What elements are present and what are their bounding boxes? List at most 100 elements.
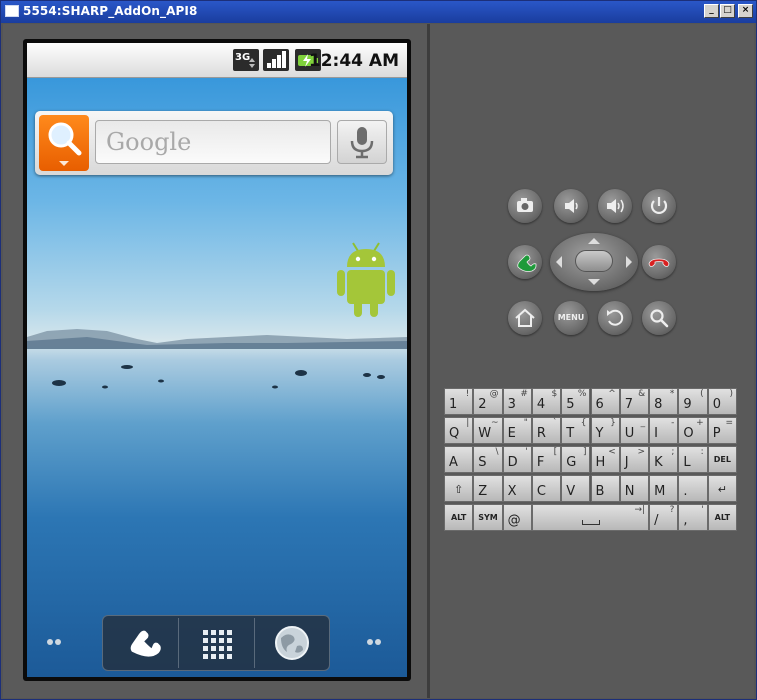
key-u[interactable]: U _: [619, 417, 650, 444]
key-8[interactable]: 8 *: [649, 388, 679, 415]
key-alt-label: ': [525, 447, 528, 457]
home-button[interactable]: [508, 301, 542, 335]
key-alt-label: +: [696, 418, 704, 428]
key-alt-label: `: [552, 418, 558, 428]
key-q[interactable]: Q |: [444, 417, 474, 444]
key-m[interactable]: M: [649, 475, 679, 502]
key-alt-label: →|: [634, 505, 646, 515]
key-j[interactable]: J >: [619, 446, 650, 473]
dpad-right-icon[interactable]: [626, 256, 632, 268]
google-search-input[interactable]: Google: [95, 120, 331, 164]
key-at[interactable]: @: [502, 504, 532, 531]
title-bar[interactable]: 5554:SHARP_AddOn_API8 _ □ ×: [1, 1, 756, 23]
voice-search-button[interactable]: [337, 120, 387, 164]
key-alt-label: -: [671, 418, 675, 428]
key-f[interactable]: F[: [531, 446, 562, 473]
menu-button-label: MENU: [557, 313, 585, 322]
key-alt-right[interactable]: ALT: [707, 504, 737, 531]
key-k[interactable]: K;: [649, 446, 679, 473]
key-x[interactable]: X: [502, 475, 532, 502]
key-enter[interactable]: ↵: [707, 475, 737, 502]
android-app-icon[interactable]: [335, 239, 399, 319]
key-9[interactable]: 9(: [678, 388, 708, 415]
key-7[interactable]: 7 &: [619, 388, 650, 415]
key-1[interactable]: 1!: [444, 388, 474, 415]
end-call-button[interactable]: [642, 245, 676, 279]
app-grid-icon: [203, 630, 232, 659]
key-h[interactable]: H <: [590, 446, 620, 473]
dpad-down-icon[interactable]: [588, 279, 600, 285]
key-label: S: [478, 455, 487, 470]
dpad-left-icon[interactable]: [556, 256, 562, 268]
key-label: T: [566, 426, 575, 441]
globe-icon: [275, 626, 309, 660]
dpad-up-icon[interactable]: [588, 238, 600, 244]
key-y[interactable]: Y}: [590, 417, 620, 444]
key-n[interactable]: N: [619, 475, 650, 502]
status-bar[interactable]: 3G 12:44 AM: [27, 43, 407, 78]
key-label: ALT: [714, 513, 731, 522]
dock-browser-button[interactable]: [255, 616, 331, 670]
key-z[interactable]: Z: [473, 475, 503, 502]
key-p[interactable]: P =: [707, 417, 737, 444]
key-comma[interactable]: , ': [678, 504, 708, 531]
key-v[interactable]: V: [561, 475, 591, 502]
key-a[interactable]: A: [444, 446, 474, 473]
maximize-button[interactable]: □: [720, 4, 735, 18]
dock-phone-button[interactable]: [103, 616, 179, 670]
key-sym[interactable]: SYM: [473, 504, 503, 531]
key-r[interactable]: R `: [531, 417, 562, 444]
key-i[interactable]: I-: [649, 417, 679, 444]
page-indicator-right[interactable]: [367, 639, 387, 647]
back-button[interactable]: [598, 301, 632, 335]
volume-up-button[interactable]: [598, 189, 632, 223]
key-alt-left[interactable]: ALT: [444, 504, 474, 531]
search-button[interactable]: [642, 301, 676, 335]
key-c[interactable]: C: [531, 475, 562, 502]
key-alt-label: ?: [669, 505, 675, 515]
key-label: 2: [478, 397, 487, 412]
minimize-button[interactable]: _: [704, 4, 719, 18]
key-e[interactable]: E ": [502, 417, 532, 444]
key-2[interactable]: 2 @: [473, 388, 503, 415]
key-s[interactable]: S \: [473, 446, 503, 473]
key-alt-label: ': [701, 505, 704, 515]
key-shift[interactable]: ⇧: [444, 475, 474, 502]
device-screen[interactable]: 3G 12:44 AM Google: [27, 43, 407, 677]
key-0[interactable]: 0): [707, 388, 737, 415]
power-button[interactable]: [642, 189, 676, 223]
dpad-center-button[interactable]: [575, 250, 613, 272]
key-l[interactable]: L:: [678, 446, 708, 473]
key-3[interactable]: 3 #: [502, 388, 532, 415]
menu-button[interactable]: MENU: [554, 301, 588, 335]
key-space[interactable]: →|: [531, 504, 650, 531]
key-o[interactable]: O +: [678, 417, 708, 444]
key-d[interactable]: D ': [502, 446, 532, 473]
key-g[interactable]: G]: [561, 446, 591, 473]
home-icon: [515, 308, 535, 327]
key-label: N: [624, 484, 635, 499]
key-w[interactable]: W ~: [473, 417, 503, 444]
key-6[interactable]: 6 ^: [590, 388, 620, 415]
call-button[interactable]: [508, 245, 542, 279]
key-slash[interactable]: /?: [649, 504, 679, 531]
dpad[interactable]: [550, 233, 638, 291]
key-label: F: [536, 455, 545, 470]
dock-app-launcher-button[interactable]: [179, 616, 255, 670]
camera-button[interactable]: [508, 189, 542, 223]
key-t[interactable]: T{: [561, 417, 591, 444]
key-label: Y: [595, 426, 604, 441]
key-alt-label: [: [553, 447, 558, 457]
key-5[interactable]: 5%: [561, 388, 591, 415]
volume-down-button[interactable]: [554, 189, 588, 223]
key-4[interactable]: 4 $: [531, 388, 562, 415]
google-search-button[interactable]: [39, 115, 89, 171]
key-period[interactable]: .: [678, 475, 708, 502]
page-indicator-left[interactable]: [47, 639, 67, 647]
close-button[interactable]: ×: [738, 4, 753, 18]
key-label: SYM: [478, 513, 498, 522]
key-b[interactable]: B: [590, 475, 620, 502]
key-del[interactable]: DEL: [707, 446, 737, 473]
key-label: V: [566, 484, 576, 499]
camera-icon: [517, 198, 533, 212]
